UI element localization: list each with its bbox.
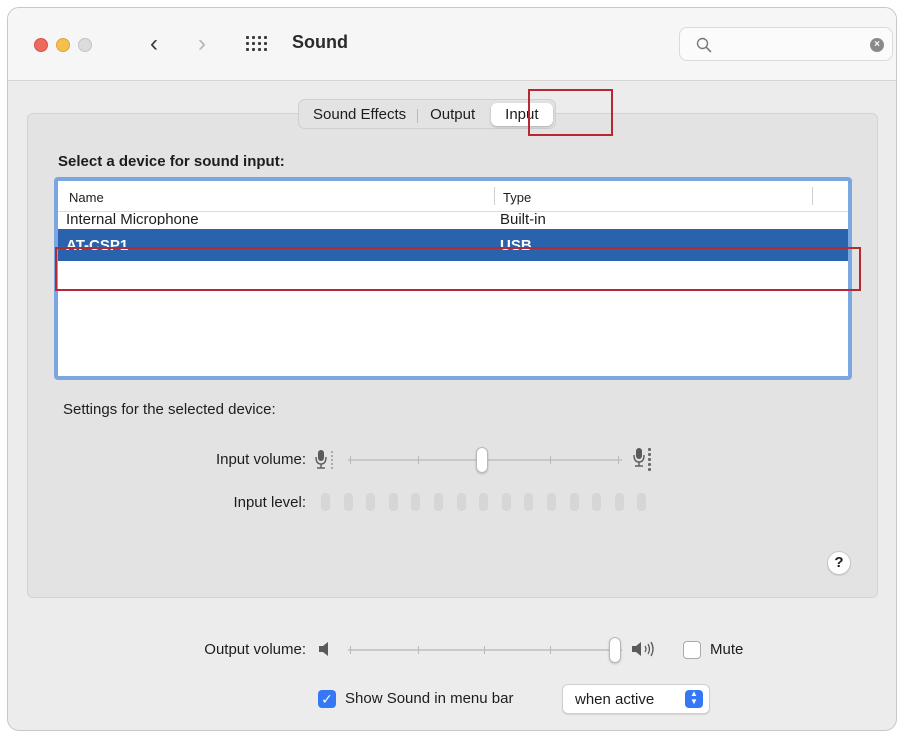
input-volume-knob[interactable]	[476, 447, 488, 473]
input-level-segment	[569, 493, 579, 511]
output-volume-knob[interactable]	[609, 637, 621, 663]
input-level-segment	[637, 493, 647, 511]
zoom-window-button[interactable]	[78, 38, 92, 52]
input-level-segment	[501, 493, 511, 511]
show-all-grid-icon[interactable]	[246, 36, 268, 52]
back-chevron-icon[interactable]: ‹	[142, 30, 166, 58]
clear-search-icon[interactable]: ×	[870, 38, 884, 52]
show-in-menu-bar-label: Show Sound in menu bar	[345, 690, 514, 707]
popup-arrows-icon: ▲ ▼	[685, 690, 703, 708]
tab-output[interactable]: Output	[418, 103, 487, 126]
microphone-low-icon	[315, 450, 333, 469]
input-level-segment	[366, 493, 376, 511]
mute-checkbox[interactable]	[683, 641, 701, 659]
device-type: Built-in	[500, 211, 546, 225]
input-level-segment	[614, 493, 624, 511]
titlebar: ‹ › Sound ×	[8, 8, 896, 81]
search-field[interactable]: ×	[679, 27, 893, 61]
close-window-button[interactable]	[34, 38, 48, 52]
table-row[interactable]: Internal Microphone Built-in	[58, 207, 848, 225]
tab-sound-effects[interactable]: Sound Effects	[301, 103, 419, 126]
tab-control: Sound Effects Output Input	[298, 99, 556, 129]
input-volume-label: Input volume:	[215, 451, 306, 468]
menu-bar-visibility-popup[interactable]: when active ▲ ▼	[562, 684, 710, 714]
device-name: Internal Microphone	[66, 211, 199, 225]
input-level-segment	[321, 493, 330, 511]
input-level-segment	[592, 493, 602, 511]
minimize-window-button[interactable]	[56, 38, 70, 52]
input-tab-highlight	[528, 89, 613, 136]
input-level-segment	[456, 493, 466, 511]
input-level-segment	[388, 493, 398, 511]
selected-device-highlight	[55, 247, 861, 291]
input-level-segment	[524, 493, 534, 511]
column-divider	[812, 187, 813, 205]
output-volume-label: Output volume:	[204, 641, 306, 658]
column-header-name[interactable]: Name	[69, 190, 104, 205]
input-level-segment	[343, 493, 353, 511]
device-section-label: Select a device for sound input:	[58, 153, 285, 170]
speaker-low-icon	[319, 642, 328, 656]
input-level-segment	[411, 493, 421, 511]
search-icon	[696, 37, 712, 53]
forward-chevron-icon[interactable]: ›	[190, 30, 214, 58]
column-header-type[interactable]: Type	[503, 190, 531, 205]
window-title: Sound	[292, 32, 348, 52]
settings-label: Settings for the selected device:	[63, 401, 276, 418]
show-in-menu-bar-checkbox[interactable]: ✓	[318, 690, 336, 708]
input-level-segment	[479, 493, 489, 511]
popup-value: when active	[575, 691, 655, 708]
column-divider	[494, 187, 495, 205]
input-level-segment	[547, 493, 556, 511]
output-volume-slider[interactable]	[348, 636, 622, 664]
search-input[interactable]	[720, 34, 864, 56]
input-level-label: Input level:	[233, 494, 306, 511]
mute-label: Mute	[710, 641, 744, 658]
speaker-high-icon	[632, 641, 654, 657]
input-volume-slider[interactable]	[348, 446, 622, 474]
help-button[interactable]: ?	[827, 551, 851, 575]
input-level-segment	[434, 493, 443, 511]
microphone-high-icon	[633, 448, 651, 471]
